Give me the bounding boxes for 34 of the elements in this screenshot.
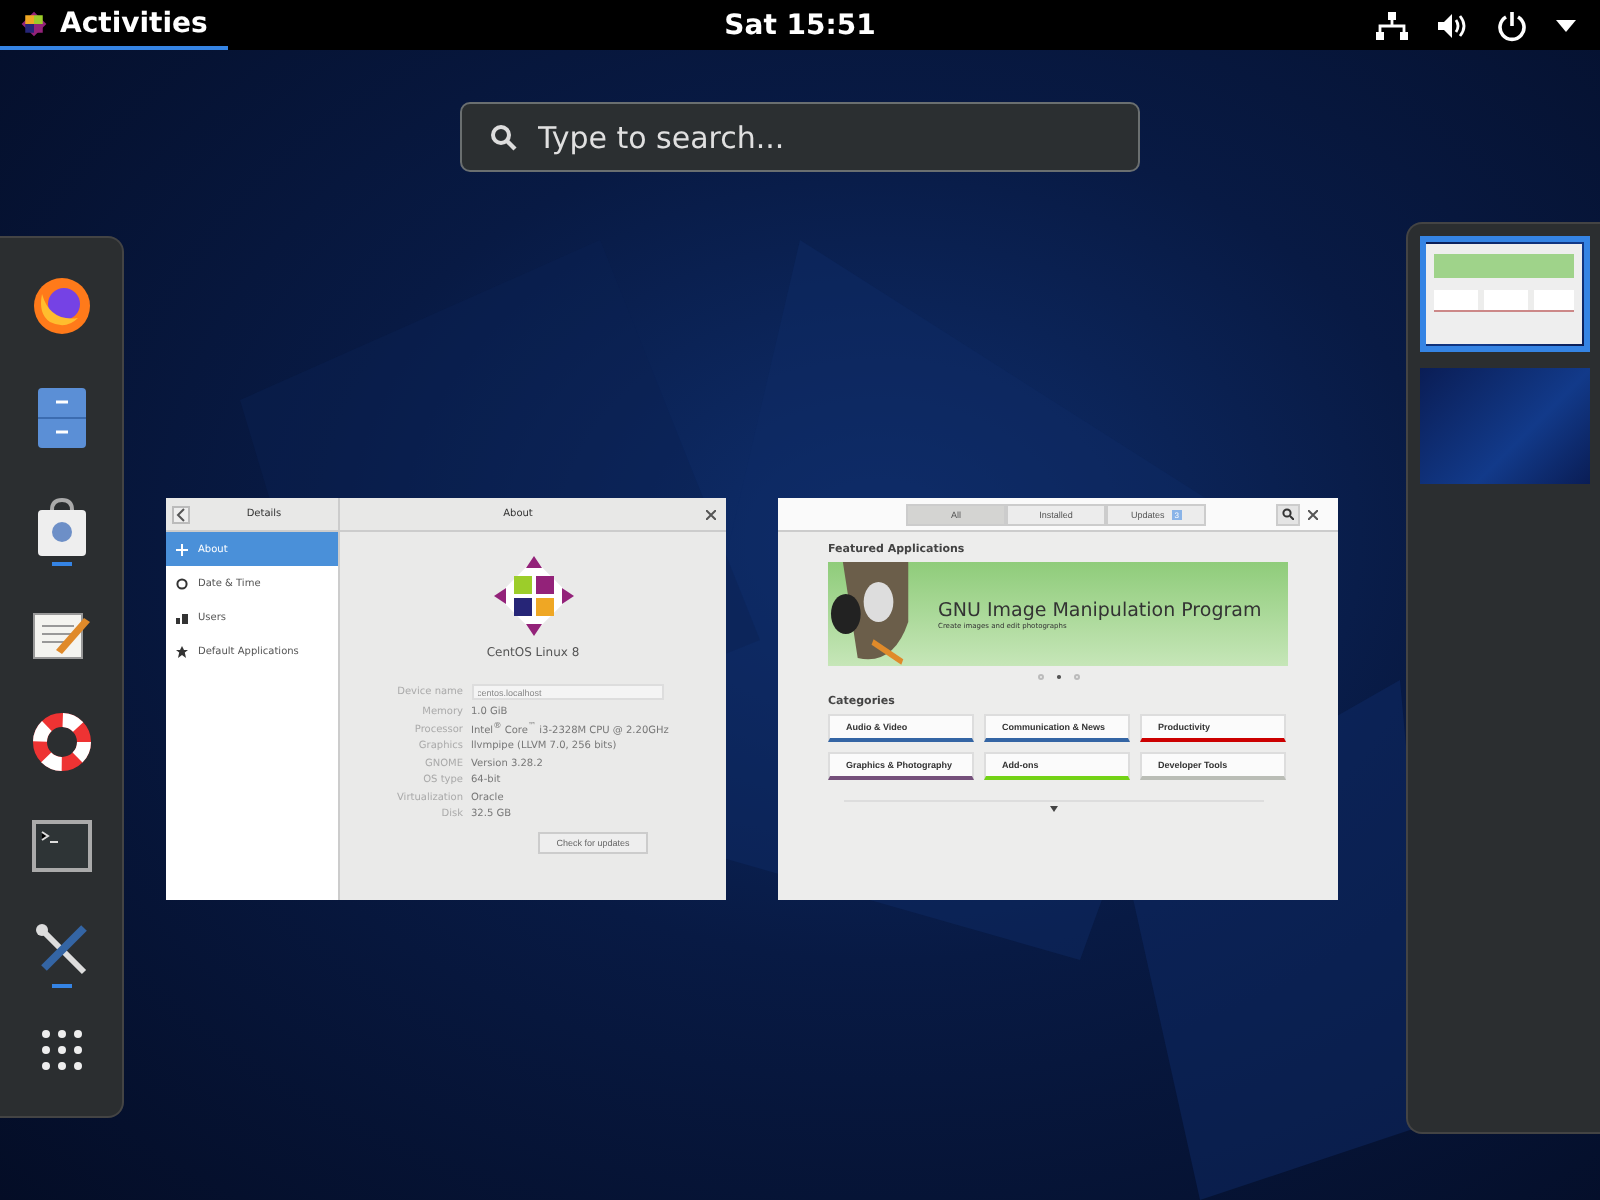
search-icon	[490, 124, 518, 152]
centos-logo	[489, 552, 577, 640]
shopping-bag-icon[interactable]	[35, 498, 87, 559]
file-cabinet-icon[interactable]	[35, 386, 87, 451]
carousel-dot[interactable]	[1055, 674, 1061, 680]
clock[interactable]: Sat 15:51	[724, 9, 876, 41]
search-button[interactable]	[1276, 503, 1300, 525]
users-icon	[176, 611, 188, 623]
banner-title: GNU Image Manipulation Program	[938, 599, 1262, 621]
search-icon	[1282, 508, 1294, 520]
software-window[interactable]	[778, 498, 1338, 900]
caret-icon[interactable]	[1556, 19, 1576, 31]
volume-icon[interactable]	[1436, 11, 1468, 39]
settings-window[interactable]	[166, 498, 726, 900]
search-field[interactable]: Type to search...	[460, 102, 1140, 172]
power-icon[interactable]	[1496, 9, 1528, 41]
flower-logo-icon	[20, 9, 48, 37]
app-grid-icon[interactable]	[39, 1027, 83, 1072]
wrench-screwdriver-icon[interactable]	[31, 919, 91, 980]
close-icon[interactable]	[706, 509, 716, 519]
star-icon	[176, 645, 188, 657]
back-button[interactable]	[172, 505, 190, 523]
terminal-icon[interactable]	[31, 819, 91, 872]
close-icon[interactable]	[1308, 509, 1318, 519]
network-icon[interactable]	[1376, 11, 1408, 39]
carousel-dot[interactable]	[1073, 674, 1079, 680]
sparkle-icon	[176, 543, 188, 555]
clock-icon	[176, 577, 188, 589]
carousel-dot[interactable]	[1037, 674, 1043, 680]
globe-fox-icon[interactable]	[29, 274, 93, 339]
workspace-thumbnail[interactable]	[1419, 368, 1589, 484]
lifebuoy-icon[interactable]	[31, 711, 91, 772]
activities-button[interactable]: Activities	[0, 0, 228, 50]
caret-icon[interactable]	[1050, 806, 1058, 812]
